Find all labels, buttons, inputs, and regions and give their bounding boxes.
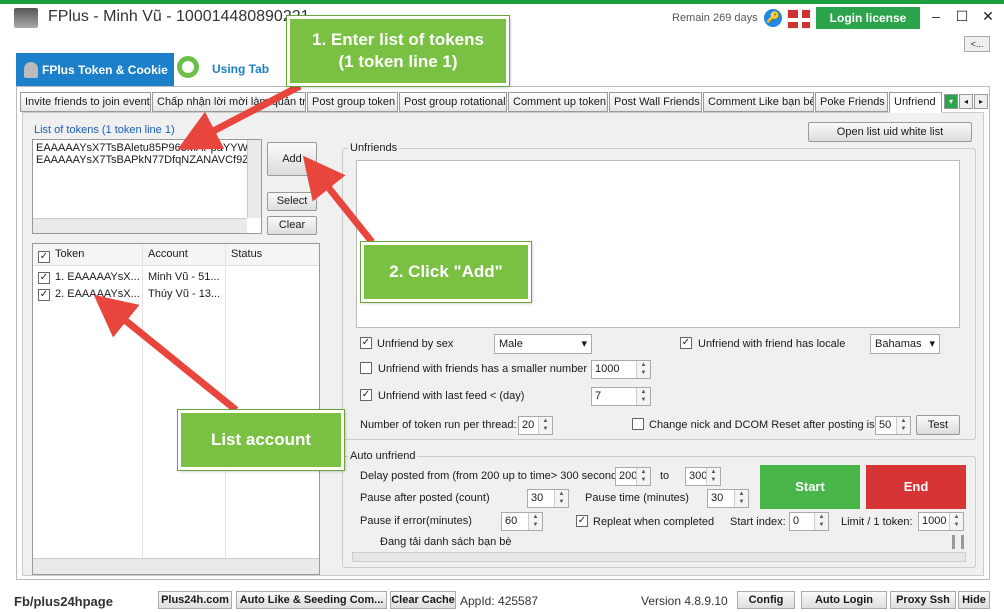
hide-button[interactable]: Hide (958, 591, 990, 609)
plus24h-button[interactable]: Plus24h.com (158, 591, 232, 609)
annotation-step-2: 2. Click "Add" (360, 241, 532, 303)
config-button[interactable]: Config (737, 591, 795, 609)
arrow-to-tokens (177, 82, 302, 150)
auto-login-button[interactable]: Auto Login (801, 591, 887, 609)
arrow-to-add (302, 155, 375, 245)
clear-cache-button[interactable]: Clear Cache (390, 591, 456, 609)
annotation-step-1: 1. Enter list of tokens (1 token line 1) (286, 15, 510, 87)
annotation-text: (1 token line 1) (338, 52, 458, 71)
annotation-text: 1. Enter list of tokens (312, 30, 484, 49)
fb-page-link[interactable]: Fb/plus24hpage (14, 594, 113, 609)
app-id: AppId: 425587 (460, 594, 539, 608)
annotation-list-account: List account (177, 409, 345, 471)
proxy-ssh-button[interactable]: Proxy Ssh (890, 591, 956, 609)
arrow-to-accounts (93, 294, 239, 413)
auto-like-button[interactable]: Auto Like & Seeding Com... (236, 591, 387, 609)
annotation-arrows (93, 82, 375, 413)
version: Version 4.8.9.10 (641, 594, 728, 608)
